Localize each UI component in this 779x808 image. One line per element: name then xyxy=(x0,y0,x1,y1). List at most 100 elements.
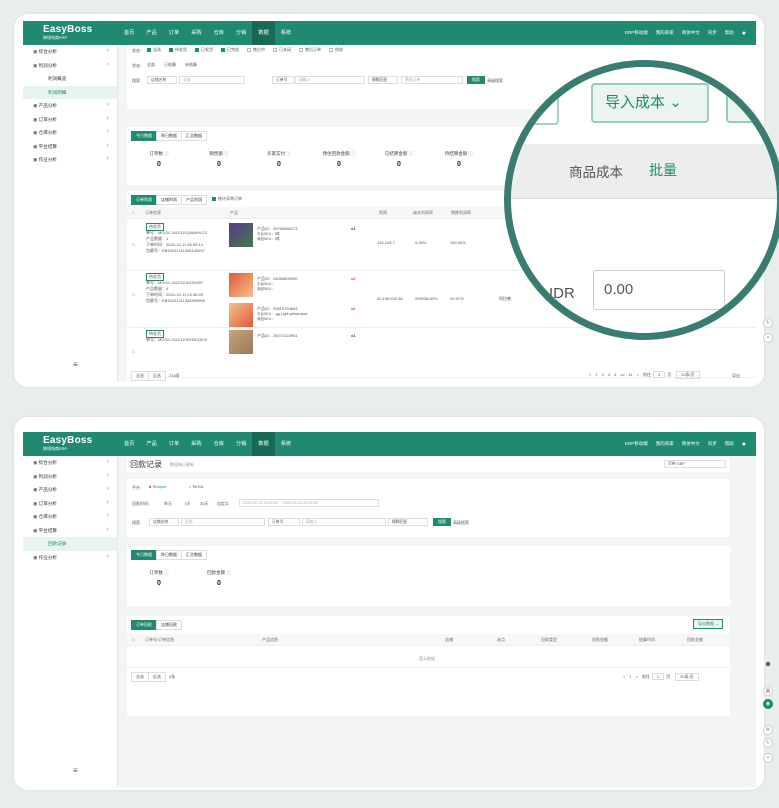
order-field-select[interactable]: 订单号 xyxy=(268,518,300,526)
import-cost-button[interactable]: 导入成本 ⌄ xyxy=(591,83,709,123)
shop-value-select[interactable]: 全部 xyxy=(181,518,265,526)
nav-item[interactable]: 首页 xyxy=(118,21,140,45)
sidebar-item[interactable]: ▣ 综合分析 ˅ xyxy=(23,456,117,470)
close-icon[interactable]: × xyxy=(763,753,773,763)
refresh-icon[interactable]: ↻ xyxy=(763,738,773,748)
tab-shop-profit[interactable]: 店铺利润 xyxy=(156,195,182,205)
time-yesterday[interactable]: 昨天 xyxy=(164,501,172,507)
fuzzy-select[interactable]: 模糊匹配 xyxy=(368,76,398,84)
date-range-picker[interactable]: 2025-06-23 00:00:00 ~ 2025-06-24 00:00:0… xyxy=(239,499,379,507)
tab-product-profit[interactable]: 产品利润 xyxy=(181,195,207,205)
time-30d[interactable]: 30天 xyxy=(200,501,208,507)
status-checkbox[interactable]: 已完成 xyxy=(221,47,239,53)
help-icon[interactable]: ⓘ xyxy=(163,570,169,575)
product-image[interactable] xyxy=(229,303,253,327)
advanced-search-link[interactable]: 高级搜索 xyxy=(487,78,503,84)
nav-item[interactable]: 数据 xyxy=(252,432,275,456)
export-link[interactable]: 导出 xyxy=(732,373,740,379)
settle-all[interactable]: 全部 xyxy=(147,62,155,68)
time-custom[interactable]: 自定义 xyxy=(217,501,229,507)
row-checkbox[interactable]: □ xyxy=(132,349,134,354)
close-icon-top[interactable]: × xyxy=(763,333,773,343)
order-filter-select[interactable]: 筛选订单 xyxy=(401,76,463,84)
product-image[interactable] xyxy=(229,330,253,354)
mobile-erp-link[interactable]: ERP移动端 xyxy=(625,30,648,36)
search-input[interactable]: 请输入 xyxy=(295,76,365,84)
nav-item[interactable]: 首页 xyxy=(118,432,140,456)
user-icon[interactable]: ● xyxy=(742,30,746,37)
logo[interactable]: EasyBoss 跨境电商ERP xyxy=(43,435,92,451)
nav-item[interactable]: 采购 xyxy=(185,21,207,45)
tab-yesterday[interactable]: 昨日数据 xyxy=(156,131,182,141)
product-image[interactable] xyxy=(229,273,253,297)
page-button[interactable]: 1 xyxy=(629,674,631,679)
sidebar-item[interactable]: 回款记录 xyxy=(23,537,117,551)
advanced-search-link[interactable]: 高级搜索 xyxy=(453,520,469,526)
nav-item[interactable]: 数据 xyxy=(252,21,275,45)
page-button[interactable]: 2 xyxy=(602,372,604,377)
sidebar-item[interactable]: ▣ 平台结算 ˄ xyxy=(23,524,117,538)
language-select[interactable]: 简体中文 xyxy=(682,441,700,447)
select-all-button[interactable]: 全选 xyxy=(131,672,149,682)
help-link[interactable]: 帮助 xyxy=(725,30,734,36)
nav-item[interactable]: 采购 xyxy=(185,432,207,456)
order-field-select[interactable]: 订单号 xyxy=(272,76,294,84)
page-button[interactable]: 1 xyxy=(595,372,597,377)
sync-button[interactable]: 同步 xyxy=(708,441,717,447)
product-id-link[interactable]: 产品ID：25074122951 xyxy=(257,333,297,339)
page-button[interactable]: 4 xyxy=(614,372,616,377)
page-button[interactable]: 11 xyxy=(628,372,632,377)
batch-link[interactable]: 批量 xyxy=(649,160,677,180)
help-icon[interactable]: ⓘ xyxy=(467,151,474,156)
shop-value-select[interactable]: 全部 xyxy=(179,76,245,84)
sidebar-item[interactable]: ▣ 仓库分析 ˅ xyxy=(23,510,117,524)
sidebar-item[interactable]: 利润明细 xyxy=(23,85,117,99)
refresh-icon-top[interactable]: ↻ xyxy=(763,318,773,328)
page-button[interactable]: < xyxy=(623,674,625,679)
tab-yesterday[interactable]: 昨日数据 xyxy=(156,550,182,560)
nav-item[interactable]: 分销 xyxy=(230,432,252,456)
select-all-checkbox[interactable]: □ xyxy=(132,210,134,215)
help-link[interactable]: 帮助 xyxy=(725,441,734,447)
page-button[interactable]: < xyxy=(589,372,591,377)
invert-select-button[interactable]: 反选 xyxy=(148,371,166,381)
status-checkbox[interactable]: 售后中 xyxy=(247,47,265,53)
chat-icon[interactable]: ◉ xyxy=(763,699,773,709)
my-merchant-link[interactable]: 我的商家 xyxy=(656,441,674,447)
invert-select-button[interactable]: 反选 xyxy=(148,672,166,682)
my-merchant-link[interactable]: 我的商家 xyxy=(656,30,674,36)
nav-item[interactable]: 仓库 xyxy=(208,21,230,45)
select-all-checkbox[interactable]: □ xyxy=(132,637,134,642)
currency-select[interactable]: 币种 GBP xyxy=(664,460,726,468)
nav-item[interactable]: 产品 xyxy=(140,432,162,456)
sidebar-item[interactable]: ▣ 订单分析 ˅ xyxy=(23,113,117,127)
settle-pending[interactable]: 未结算 xyxy=(185,62,197,68)
sidebar-item[interactable]: ▣ 产品分析 ˅ xyxy=(23,483,117,497)
sidebar-item[interactable]: ▣ 综合分析 ˅ xyxy=(23,45,117,59)
assistant-bot-icon[interactable]: ☻ xyxy=(763,660,773,670)
sidebar-item[interactable]: ▣ 产品分析 ˅ xyxy=(23,99,117,113)
nav-item[interactable]: 产品 xyxy=(140,21,162,45)
settings-icon[interactable]: ⚙ xyxy=(763,725,773,735)
help-icon[interactable]: ⓘ xyxy=(407,151,414,156)
abnormal-checkbox[interactable]: 统计异常订单 xyxy=(212,196,242,202)
nav-item[interactable]: 仓库 xyxy=(208,432,230,456)
sidebar-item[interactable]: ▣ 仓库分析 ˅ xyxy=(23,126,117,140)
search-button[interactable]: 搜索 xyxy=(433,518,451,526)
status-checkbox[interactable]: 全选 xyxy=(147,47,161,53)
time-7d[interactable]: 7天 xyxy=(184,501,190,507)
fuzzy-select[interactable]: 模糊匹配 xyxy=(388,518,428,526)
shop-select[interactable]: 店铺名称 xyxy=(149,518,179,526)
page-button[interactable]: 3 xyxy=(608,372,610,377)
sync-button[interactable]: 同步 xyxy=(708,30,717,36)
platform-tiktok[interactable]: ♪ TikTok xyxy=(189,484,203,489)
help-icon[interactable]: ⓘ xyxy=(223,151,229,156)
nav-item[interactable]: 系统 xyxy=(275,21,297,45)
status-checkbox[interactable]: 售后订单 xyxy=(299,47,321,53)
sidebar-item[interactable]: ▣ 作业分析 ˅ xyxy=(23,153,117,167)
nav-item[interactable]: 分销 xyxy=(230,21,252,45)
tab-summary[interactable]: 汇总数据 xyxy=(181,131,207,141)
sidebar-item[interactable]: ▣ 利润分析 ˅ xyxy=(23,470,117,484)
page-jump-input[interactable]: 1 xyxy=(652,371,666,378)
status-checkbox[interactable]: 揽收 xyxy=(329,47,343,53)
